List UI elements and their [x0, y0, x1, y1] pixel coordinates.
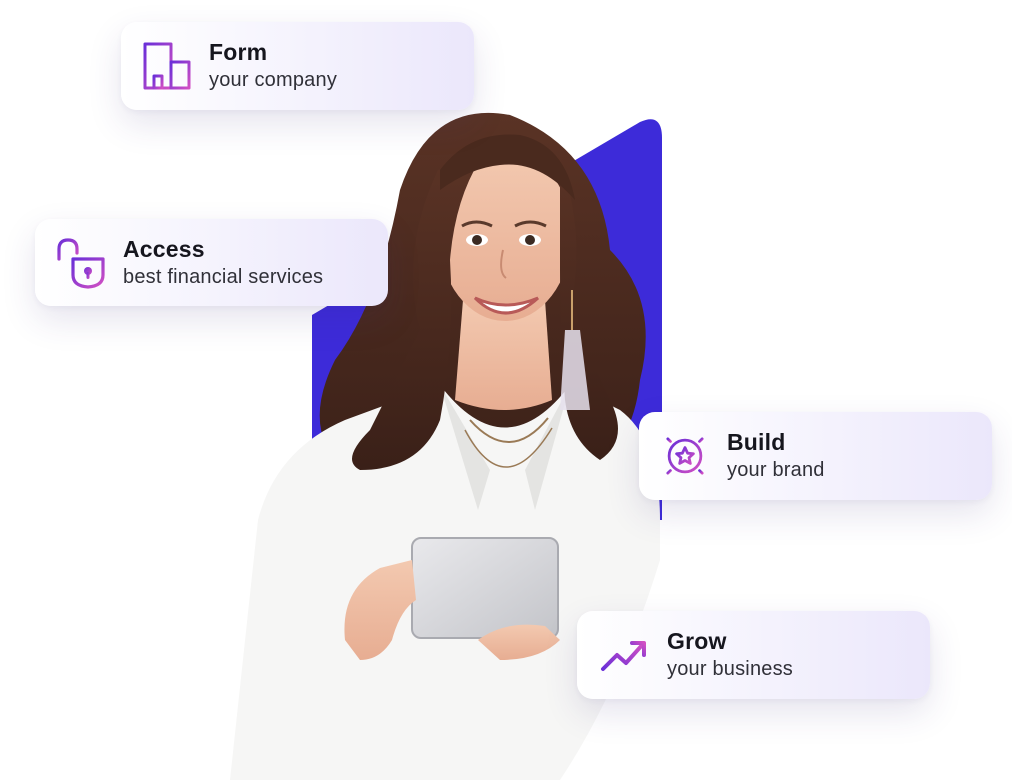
card-title: Form: [209, 39, 268, 65]
tablet: [411, 537, 559, 639]
feature-card-form[interactable]: Form your company: [121, 22, 474, 110]
card-title: Grow: [667, 628, 727, 654]
card-subtitle: best financial services: [123, 265, 324, 288]
feature-card-grow[interactable]: Grow your business: [577, 611, 930, 699]
unlocked-padlock-icon: [53, 235, 109, 291]
star-badge-icon: [657, 428, 713, 484]
feature-card-access[interactable]: Access best financial services: [35, 219, 388, 306]
feature-card-build[interactable]: Build your brand: [639, 412, 992, 500]
trending-up-icon: [597, 627, 653, 683]
card-subtitle: your company: [209, 69, 338, 91]
building-icon: [139, 38, 195, 94]
card-title: Access: [123, 235, 205, 262]
card-subtitle: your brand: [727, 459, 825, 481]
card-subtitle: your business: [667, 658, 793, 680]
card-title: Build: [727, 429, 786, 455]
